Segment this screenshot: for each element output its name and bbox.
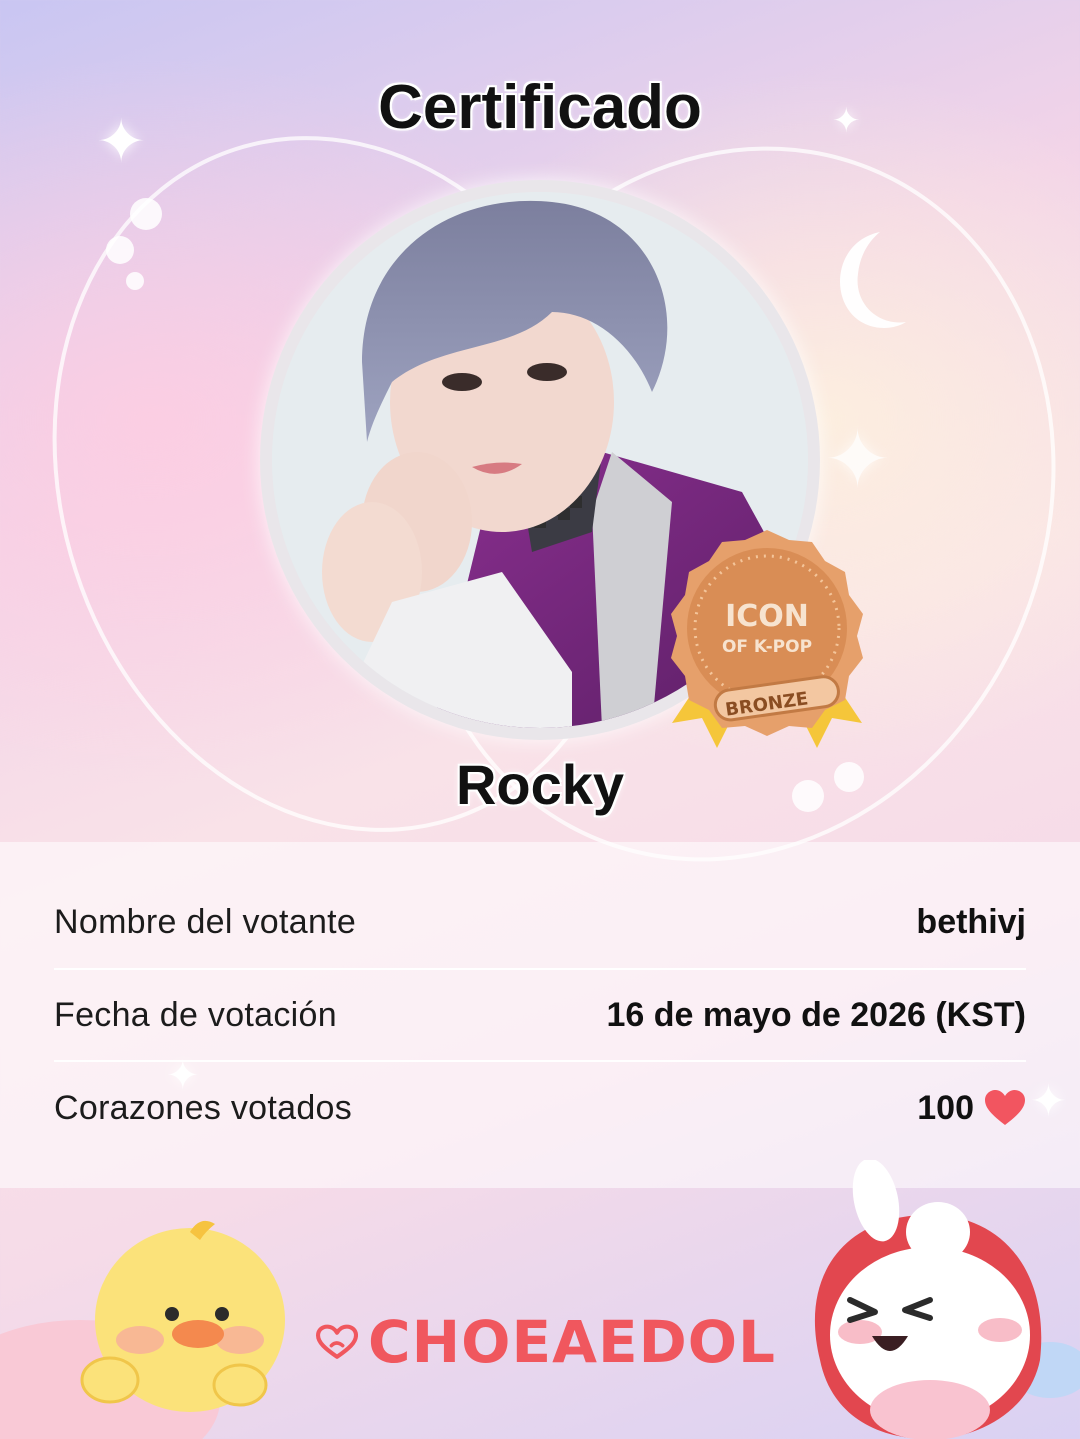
hearts-row: Corazones votados 100 — [54, 1062, 1026, 1154]
brand-logo: CHOEAEDOL — [316, 1306, 776, 1378]
brand-name: CHOEAEDOL — [368, 1308, 776, 1376]
decor-bubble — [106, 236, 134, 264]
decor-bubble — [126, 272, 144, 290]
bunny-mascot — [814, 1160, 1080, 1439]
brand-logo-icon — [316, 1324, 359, 1359]
hearts-value: 100 — [917, 1088, 974, 1127]
date-row: Fecha de votación 16 de mayo de 2026 (KS… — [54, 969, 1026, 1061]
sparkle-icon: ✦ — [824, 415, 892, 504]
moon-icon — [840, 232, 906, 328]
voter-label: Nombre del votante — [54, 902, 357, 941]
voter-value: bethivj — [916, 902, 1026, 941]
hearts-label: Corazones votados — [54, 1088, 353, 1127]
date-label: Fecha de votación — [54, 995, 337, 1034]
hearts-value-group: 100 — [917, 1089, 1026, 1128]
date-value: 16 de mayo de 2026 (KST) — [606, 995, 1026, 1034]
medal-icon: ICON OF K-POP BRONZE — [662, 528, 872, 758]
heart-icon — [985, 1090, 1025, 1125]
voter-row: Nombre del votante bethivj — [54, 876, 1026, 968]
idol-name: Rocky — [455, 753, 625, 816]
page-title: Certificado — [378, 73, 702, 142]
badge-line1: ICON — [725, 599, 809, 634]
duck-mascot — [0, 1220, 285, 1439]
decor-bubble — [130, 198, 162, 230]
badge-line2: OF K-POP — [722, 637, 812, 657]
